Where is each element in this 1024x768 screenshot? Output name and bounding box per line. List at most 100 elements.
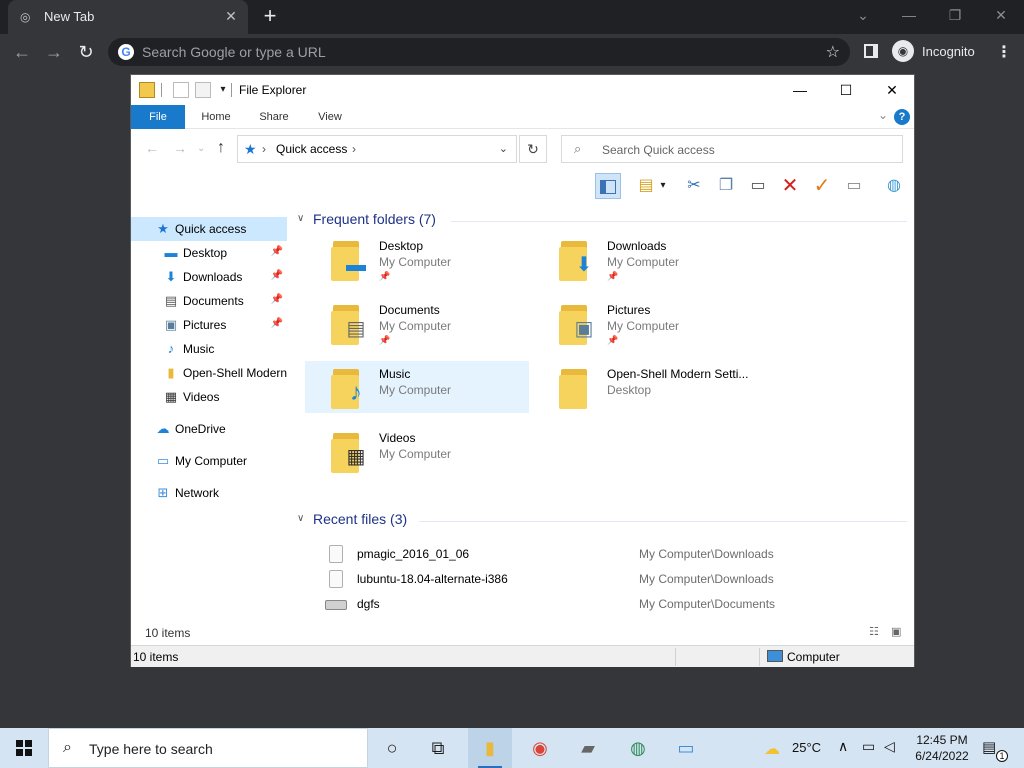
- back-icon[interactable]: ←: [145, 140, 159, 156]
- clock[interactable]: 12:45 PM 6/24/2022: [906, 732, 978, 764]
- network-tray-icon[interactable]: ▭: [862, 738, 875, 768]
- sidebar-item-music[interactable]: ♪ Music: [131, 337, 287, 361]
- up-arrow-icon[interactable]: ↑: [217, 139, 225, 157]
- folder-tile-downloads[interactable]: ⬇ Downloads My Computer 📌: [533, 233, 757, 285]
- help-icon[interactable]: ?: [894, 109, 910, 125]
- sidebar-item-desktop[interactable]: ▬ Desktop 📌: [131, 241, 287, 265]
- folder-tile-videos[interactable]: ▦ Videos My Computer: [305, 425, 529, 477]
- open-shell-icon[interactable]: ◍: [881, 173, 907, 199]
- search-placeholder[interactable]: Search Quick access: [602, 143, 715, 157]
- checkmark-icon[interactable]: ✓: [809, 173, 835, 199]
- sidebar-item-videos[interactable]: ▦ Videos: [131, 385, 287, 409]
- folder-tile-documents[interactable]: ▤ Documents My Computer 📌: [305, 297, 529, 349]
- sidebar-item-onedrive[interactable]: ☁ OneDrive: [131, 417, 287, 441]
- folder-tile-open-shell[interactable]: Open-Shell Modern Setti... Desktop: [533, 361, 757, 413]
- delete-icon[interactable]: ✕: [777, 173, 803, 199]
- tab-view[interactable]: View: [307, 105, 353, 129]
- app-taskbar-icon[interactable]: ▰: [566, 728, 610, 768]
- breadcrumb-quick-access[interactable]: Quick access: [276, 142, 347, 156]
- recent-file-row[interactable]: dgfs My Computer\Documents: [323, 592, 903, 616]
- forward-arrow-icon[interactable]: →: [42, 40, 66, 64]
- sidebar-item-network[interactable]: ⊞ Network: [131, 481, 287, 505]
- properties-icon[interactable]: [173, 82, 189, 98]
- explorer-app-icon: [139, 82, 155, 98]
- collapse-chevron-icon[interactable]: ∨: [297, 213, 304, 224]
- forward-icon[interactable]: →: [173, 140, 187, 156]
- task-view-icon[interactable]: ⧉: [416, 728, 460, 768]
- app2-taskbar-icon[interactable]: ▭: [664, 728, 708, 768]
- bookmark-star-icon[interactable]: ☆: [826, 42, 840, 62]
- browser-toolbar: ← → ↻ G Search Google or type a URL ☆ ◉ …: [0, 34, 1024, 70]
- breadcrumb-chevron-icon[interactable]: ›: [352, 142, 356, 156]
- taskbar-search-placeholder[interactable]: Type here to search: [89, 741, 213, 757]
- sidebar-item-quick-access[interactable]: ★ Quick access: [131, 217, 287, 241]
- recent-file-row[interactable]: pmagic_2016_01_06 My Computer\Downloads: [323, 542, 903, 566]
- maximize-button[interactable]: ☐: [823, 75, 869, 105]
- collapse-chevron-icon[interactable]: ∨: [297, 513, 304, 524]
- new-folder-icon[interactable]: ▤: [633, 173, 659, 199]
- cortana-icon[interactable]: ○: [370, 728, 414, 768]
- tray-chevron-icon[interactable]: ∧: [838, 738, 848, 768]
- sidebar-item-downloads[interactable]: ⬇ Downloads 📌: [131, 265, 287, 289]
- browser-menu-icon[interactable]: ⋮: [996, 42, 1012, 62]
- folder-tile-pictures[interactable]: ▣ Pictures My Computer 📌: [533, 297, 757, 349]
- weather-temp[interactable]: 25°C: [792, 740, 821, 768]
- address-dropdown-icon[interactable]: ⌄: [499, 142, 508, 155]
- new-folder-dropdown-icon[interactable]: ▾: [657, 173, 669, 199]
- sidebar-item-documents[interactable]: ▤ Documents 📌: [131, 289, 287, 313]
- back-arrow-icon[interactable]: ←: [10, 40, 34, 64]
- side-panel-icon[interactable]: [864, 44, 878, 58]
- tab-search-icon[interactable]: ⌄: [840, 4, 886, 28]
- folder-location: My Computer: [379, 319, 452, 333]
- sidebar-item-label: Music: [183, 342, 215, 356]
- minimize-browser-button[interactable]: —: [886, 4, 932, 28]
- close-button[interactable]: ✕: [869, 75, 915, 105]
- details-view-icon[interactable]: ☷: [869, 625, 885, 639]
- folder-icon: ▬: [331, 237, 371, 281]
- restore-browser-button[interactable]: ❐: [932, 4, 978, 28]
- taskbar-search[interactable]: ⌕ Type here to search: [48, 728, 368, 768]
- sidebar-item-label: OneDrive: [175, 422, 226, 436]
- tab-file[interactable]: File: [131, 105, 185, 129]
- breadcrumb-chevron-icon[interactable]: ›: [262, 142, 266, 156]
- preview-pane-icon[interactable]: [595, 173, 621, 199]
- start-button[interactable]: [0, 728, 48, 768]
- file-name: lubuntu-18.04-alternate-i386: [357, 572, 508, 586]
- refresh-button[interactable]: ↻: [519, 135, 547, 163]
- omnibox-placeholder[interactable]: Search Google or type a URL: [142, 44, 326, 60]
- weather-icon[interactable]: ☁: [764, 739, 780, 768]
- copy-icon[interactable]: ❐: [713, 173, 739, 199]
- folder-tile-desktop[interactable]: ▬ Desktop My Computer 📌: [305, 233, 529, 285]
- omnibox[interactable]: G Search Google or type a URL ☆: [108, 38, 850, 66]
- minimize-button[interactable]: —: [777, 75, 823, 105]
- folder-tile-music[interactable]: ♪ Music My Computer: [305, 361, 529, 413]
- ribbon-expand-icon[interactable]: ⌄: [878, 108, 888, 122]
- folder-icon: ▣: [559, 301, 599, 345]
- cut-icon[interactable]: ✂: [681, 173, 707, 199]
- notifications-icon[interactable]: ▤: [982, 738, 996, 768]
- chrome-taskbar-icon[interactable]: ◉: [518, 728, 562, 768]
- volume-icon[interactable]: ◁: [884, 738, 895, 768]
- group-label: Frequent folders (7): [313, 211, 436, 227]
- sidebar-item-open-shell[interactable]: ▮ Open-Shell Modern: [131, 361, 287, 385]
- recent-locations-icon[interactable]: ⌄: [197, 143, 205, 154]
- network-app-taskbar-icon[interactable]: ◍: [616, 728, 660, 768]
- rename-icon[interactable]: ▭: [841, 173, 867, 199]
- paste-icon[interactable]: ▭: [745, 173, 771, 199]
- tab-share[interactable]: Share: [251, 105, 297, 129]
- qat-customize-icon[interactable]: ▾: [215, 82, 231, 98]
- recent-file-row[interactable]: lubuntu-18.04-alternate-i386 My Computer…: [323, 567, 903, 591]
- tab-new-tab[interactable]: ◎ New Tab ✕: [8, 0, 248, 34]
- tab-home[interactable]: Home: [193, 105, 239, 129]
- new-tab-button[interactable]: +: [258, 5, 282, 29]
- large-icons-view-icon[interactable]: ▣: [891, 625, 907, 639]
- reload-icon[interactable]: ↻: [74, 40, 98, 64]
- search-box[interactable]: ⌕ Search Quick access: [561, 135, 903, 163]
- new-folder-icon[interactable]: [195, 82, 211, 98]
- sidebar-item-my-computer[interactable]: ▭ My Computer: [131, 449, 287, 473]
- sidebar-item-pictures[interactable]: ▣ Pictures 📌: [131, 313, 287, 337]
- address-bar[interactable]: ★ › Quick access › ⌄: [237, 135, 517, 163]
- close-browser-button[interactable]: ✕: [978, 4, 1024, 28]
- file-explorer-taskbar-icon[interactable]: ▮: [468, 728, 512, 768]
- tab-close-icon[interactable]: ✕: [222, 7, 240, 25]
